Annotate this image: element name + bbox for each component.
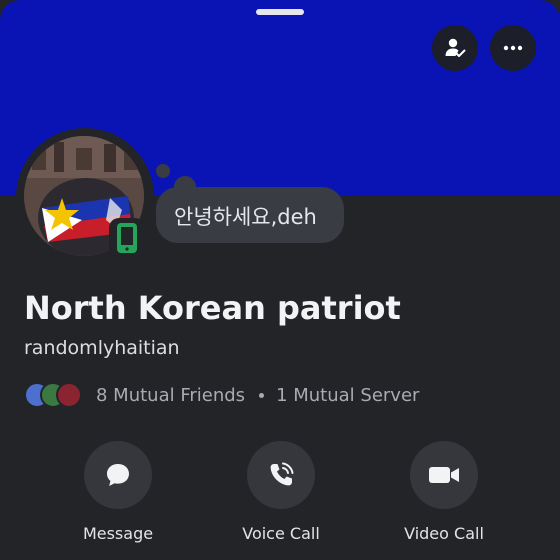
video-call-button[interactable] bbox=[410, 441, 478, 509]
video-call-label: Video Call bbox=[404, 524, 484, 543]
add-friend-icon bbox=[445, 38, 466, 57]
more-icon bbox=[503, 45, 523, 51]
message-label: Message bbox=[82, 524, 154, 543]
phone-icon bbox=[270, 462, 294, 486]
chat-bubble-icon bbox=[107, 464, 129, 486]
drag-handle[interactable] bbox=[256, 9, 304, 15]
mobile-phone-icon bbox=[117, 223, 137, 253]
username: randomlyhaitian bbox=[24, 337, 180, 359]
mutual-friends-link[interactable]: 8 Mutual Friends bbox=[96, 385, 245, 406]
message-button[interactable] bbox=[84, 441, 152, 509]
message-action[interactable]: Message bbox=[48, 441, 188, 543]
profile-sheet: 안녕하세요,deh North Korean patriot randomlyh… bbox=[0, 0, 560, 560]
voice-call-label: Voice Call bbox=[242, 524, 320, 543]
mobile-status-indicator bbox=[109, 218, 145, 258]
mutuals-row[interactable]: 8 Mutual Friends 1 Mutual Server bbox=[24, 382, 419, 408]
mutual-friend-avatar bbox=[56, 382, 82, 408]
add-friend-button[interactable] bbox=[432, 25, 478, 71]
custom-status-text: 안녕하세요,deh bbox=[174, 205, 317, 229]
display-name: North Korean patriot bbox=[24, 289, 401, 327]
separator-dot bbox=[259, 392, 265, 398]
more-options-button[interactable] bbox=[490, 25, 536, 71]
voice-call-button[interactable] bbox=[247, 441, 315, 509]
mutual-servers-link[interactable]: 1 Mutual Server bbox=[276, 385, 419, 406]
thought-bubble-dot bbox=[156, 164, 170, 178]
voice-call-action[interactable]: Voice Call bbox=[211, 441, 351, 543]
video-camera-icon bbox=[429, 467, 459, 483]
video-call-action[interactable]: Video Call bbox=[374, 441, 514, 543]
